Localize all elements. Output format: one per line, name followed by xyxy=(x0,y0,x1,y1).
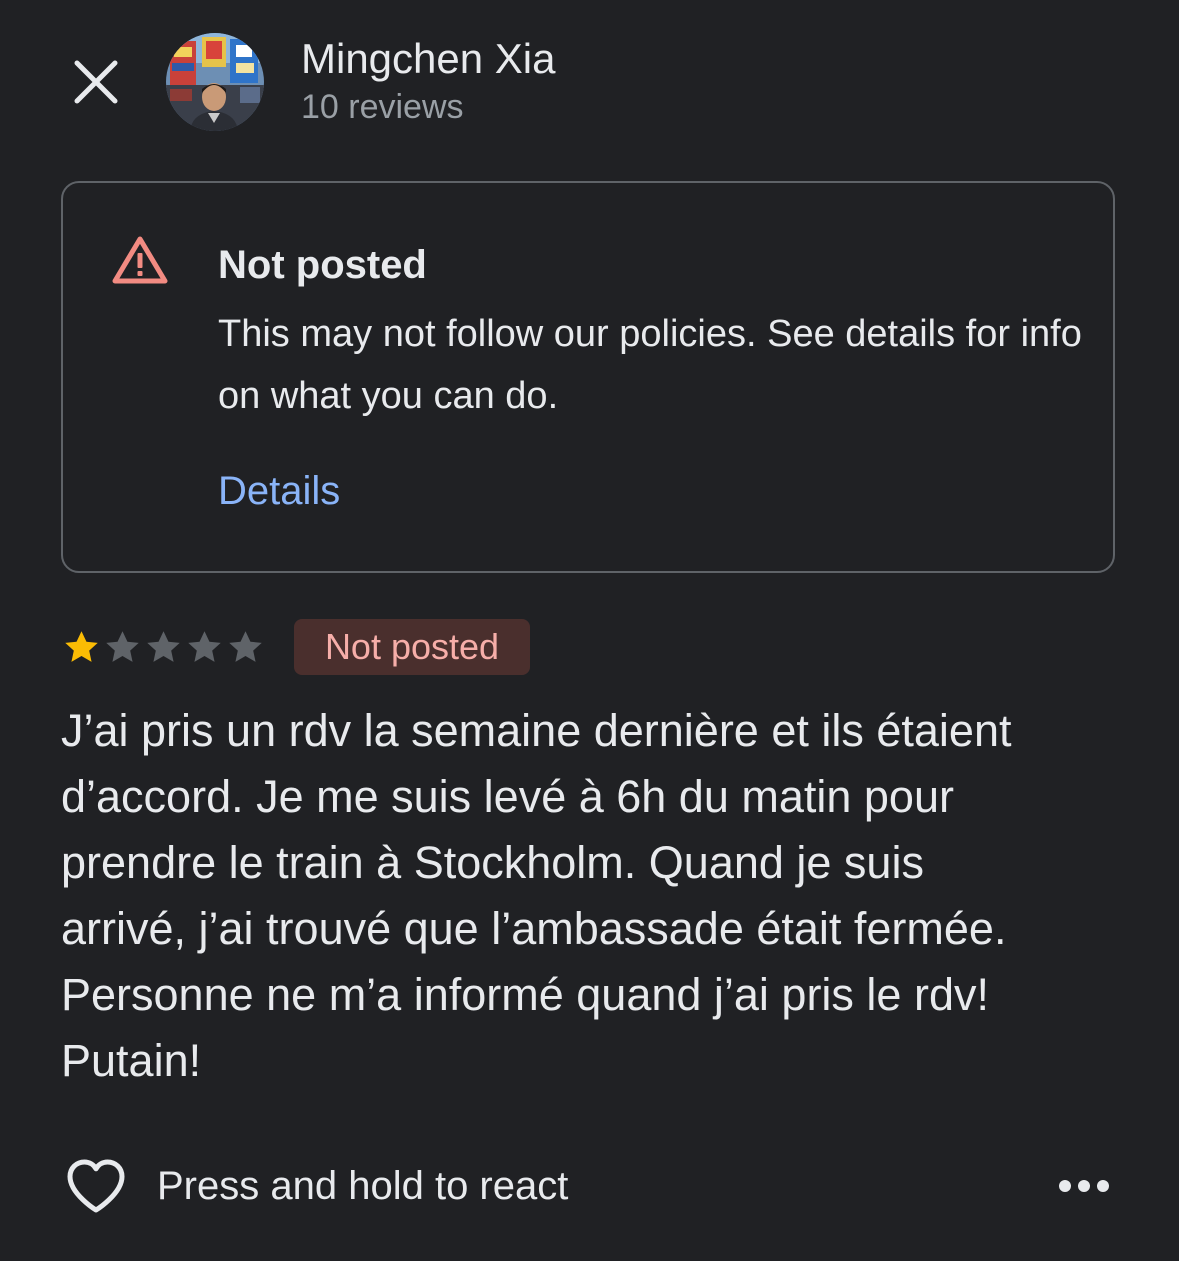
review-text: J’ai pris un rdv la semaine dernière et … xyxy=(61,698,1131,1094)
review-header: Mingchen Xia 10 reviews xyxy=(0,0,1179,160)
status-badge: Not posted xyxy=(294,619,530,675)
warning-icon xyxy=(112,236,168,284)
review-text-line: d’accord. Je me suis levé à 6h du matin … xyxy=(61,771,954,822)
star-filled-icon xyxy=(65,631,98,662)
react-button[interactable] xyxy=(62,1153,130,1221)
notice-title: Not posted xyxy=(218,243,427,287)
star-rating xyxy=(61,627,266,669)
review-count: 10 reviews xyxy=(301,88,464,126)
avatar[interactable] xyxy=(166,33,264,131)
review-text-line: arrivé, j’ai trouvé que l’ambassade étai… xyxy=(61,903,1007,954)
details-link[interactable]: Details xyxy=(218,466,340,516)
more-options-button[interactable] xyxy=(1048,1161,1120,1211)
close-button[interactable] xyxy=(60,46,132,118)
review-text-line: prendre le train à Stockholm. Quand je s… xyxy=(61,837,924,888)
policy-notice-card: Not posted This may not follow our polic… xyxy=(61,181,1115,573)
more-horizontal-icon xyxy=(1059,1180,1109,1192)
review-text-line: Putain! xyxy=(61,1035,202,1086)
react-label[interactable]: Press and hold to react xyxy=(157,1161,568,1211)
notice-body: This may not follow our policies. See de… xyxy=(218,313,1082,417)
review-text-line: J’ai pris un rdv la semaine dernière et … xyxy=(61,705,1012,756)
star-empty-icon xyxy=(147,631,180,662)
user-name[interactable]: Mingchen Xia xyxy=(301,33,555,85)
heart-icon xyxy=(67,1159,125,1213)
status-badge-label: Not posted xyxy=(324,626,500,667)
star-empty-icon xyxy=(188,631,221,662)
react-bar: Press and hold to react xyxy=(0,1145,1179,1229)
review-text-line: Personne ne m’a informé quand j’ai pris … xyxy=(61,969,989,1020)
star-empty-icon xyxy=(106,631,139,662)
star-empty-icon xyxy=(229,631,262,662)
close-icon xyxy=(74,60,118,104)
